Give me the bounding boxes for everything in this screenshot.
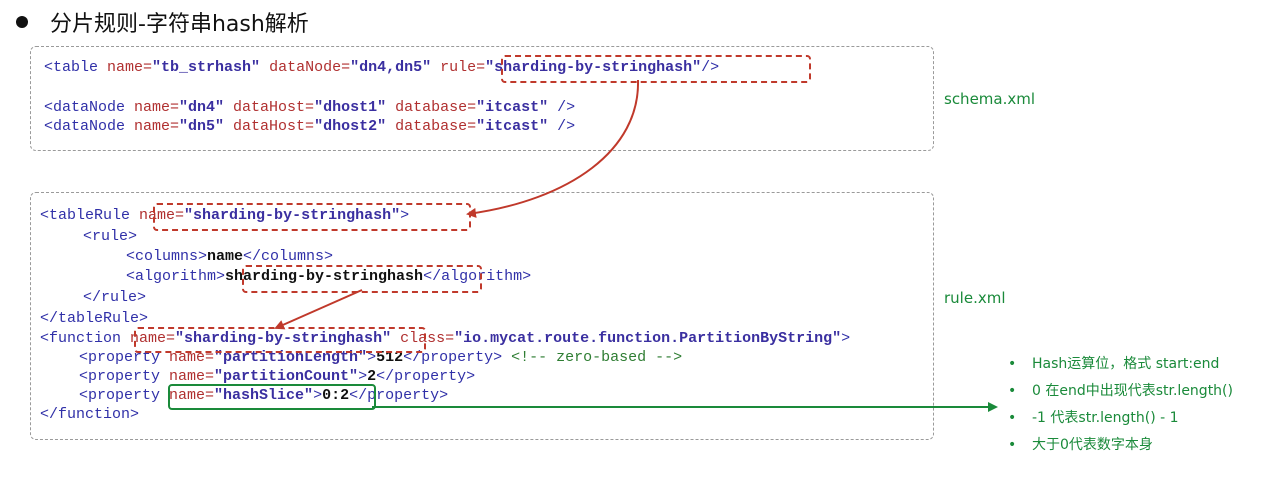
algorithm-to-function-arrow (274, 289, 363, 330)
list-item: • -1 代表str.length() - 1 (1008, 408, 1233, 435)
bullet-icon: • (1008, 437, 1017, 453)
rule-to-tablerule-arrow (466, 79, 640, 218)
list-item: • Hash运算位，格式 start:end (1008, 354, 1233, 381)
bullet-icon: • (1008, 383, 1017, 399)
list-item: • 0 在end中出现代表str.length() (1008, 381, 1233, 408)
hashslice-notes-list: • Hash运算位，格式 start:end • 0 在end中出现代表str.le… (1008, 354, 1233, 462)
bullet-icon: • (1008, 356, 1017, 372)
list-item: • 大于0代表数字本身 (1008, 435, 1233, 462)
bullet-icon: • (1008, 410, 1017, 426)
